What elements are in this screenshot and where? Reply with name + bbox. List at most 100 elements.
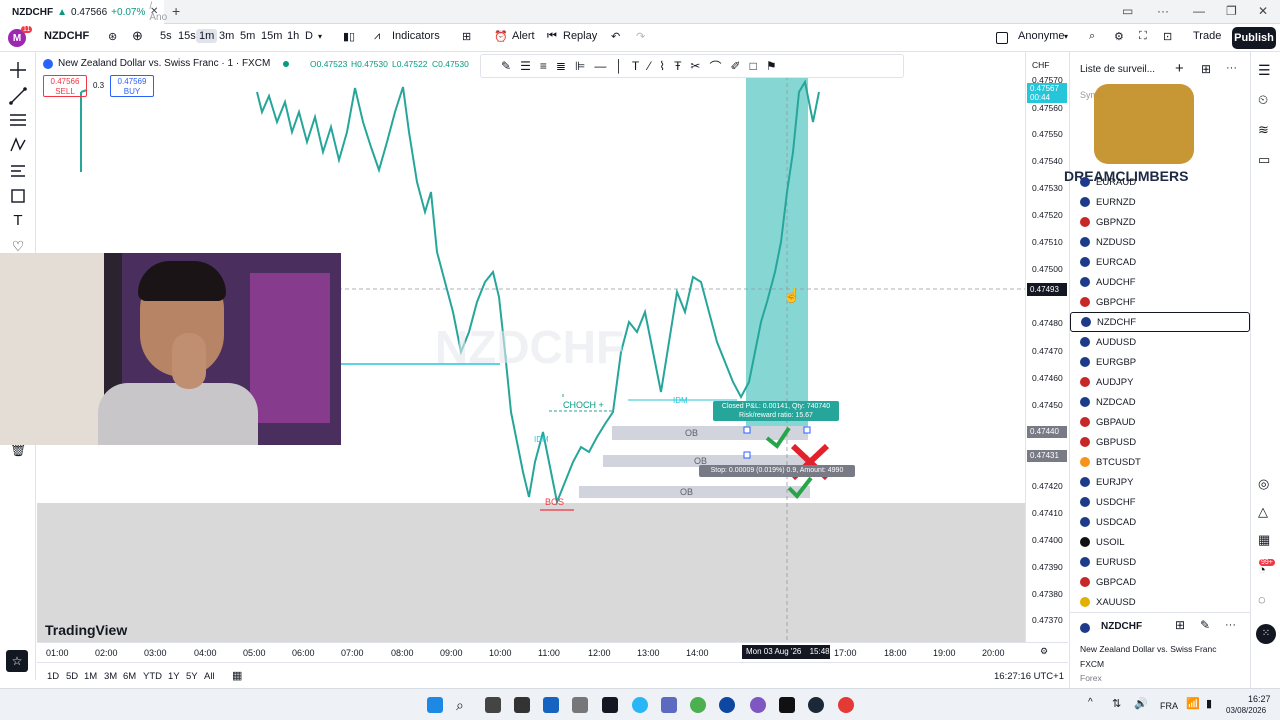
watchlist-icon[interactable]: ☰ — [1258, 62, 1274, 78]
text-tool-icon[interactable]: T — [8, 212, 28, 232]
scissors-icon[interactable]: ✂ — [690, 59, 700, 73]
redo-icon[interactable]: ↷ — [636, 30, 645, 43]
task-view-icon[interactable] — [485, 697, 501, 713]
favorites-star-icon[interactable]: ☆ — [6, 650, 28, 672]
telegram-icon[interactable] — [632, 697, 648, 713]
new-tab-button[interactable]: + — [172, 3, 180, 19]
watchlist-row-gbpcad[interactable]: GBPCAD — [1070, 572, 1250, 592]
buy-button[interactable]: 0.47569 BUY — [110, 75, 154, 97]
watchlist-row-audusd[interactable]: AUDUSD — [1070, 332, 1250, 352]
watchlist-row-usoil[interactable]: USOIL — [1070, 532, 1250, 552]
layout-dropdown-icon[interactable]: ▾ — [1064, 32, 1068, 41]
timeframe-3m[interactable]: 3m — [219, 30, 234, 42]
range-3M[interactable]: 3M — [104, 671, 117, 682]
trade-button[interactable]: Trade — [1193, 30, 1221, 42]
app-icon-blue[interactable] — [661, 697, 677, 713]
ray-icon[interactable]: ⁄ — [648, 59, 650, 73]
details-edit-icon[interactable]: ✎ — [1200, 618, 1210, 632]
calendar-icon[interactable]: ▦ — [1258, 532, 1274, 548]
details-more-icon[interactable]: ··· — [1225, 619, 1236, 631]
range-5Y[interactable]: 5Y — [186, 671, 198, 682]
browser-tab[interactable]: NZDCHF ▲ 0.47566 +0.07% / Ano — [0, 0, 167, 24]
chat-icon[interactable]: ▭ — [1258, 152, 1274, 168]
utc-clock[interactable]: 16:27:16 UTC+1 — [994, 671, 1064, 682]
watchlist-title[interactable]: Liste de surveil... — [1080, 64, 1155, 75]
messenger-icon[interactable] — [750, 697, 766, 713]
chart-title[interactable]: New Zealand Dollar vs. Swiss Franc · 1 ·… — [58, 58, 270, 69]
settings-icon[interactable]: ⚙ — [1114, 30, 1124, 43]
watchlist-row-nzdcad[interactable]: NZDCAD — [1070, 392, 1250, 412]
tradingview-app-icon[interactable] — [602, 697, 618, 713]
cast-icon[interactable]: ▭ — [1122, 4, 1133, 18]
watchlist-row-xauusd[interactable]: XAUUSD — [1070, 592, 1250, 612]
tray-language[interactable]: FRA — [1160, 701, 1178, 711]
anchored-text-icon[interactable]: Ŧ — [674, 59, 681, 73]
watchlist-row-nzdchf[interactable]: NZDCHF — [1070, 312, 1250, 332]
range-YTD[interactable]: YTD — [143, 671, 162, 682]
range-5D[interactable]: 5D — [66, 671, 78, 682]
flag-icon[interactable]: ⚑ — [766, 59, 777, 73]
details-layout-icon[interactable]: ⊞ — [1175, 618, 1185, 632]
chrome-icon[interactable] — [690, 697, 706, 713]
fib-tools-icon[interactable] — [8, 110, 28, 130]
watchlist-row-gbpnzd[interactable]: GBPNZD — [1070, 212, 1250, 232]
store-icon[interactable] — [543, 697, 559, 713]
vertical-line-icon[interactable]: │ — [615, 59, 623, 73]
timeframe-15m[interactable]: 15m — [261, 30, 282, 42]
tray-battery-icon[interactable]: ▮ — [1206, 697, 1222, 713]
obs-icon[interactable] — [838, 697, 854, 713]
watchlist-row-eurjpy[interactable]: EURJPY — [1070, 472, 1250, 492]
replay-icon[interactable]: ⏮ — [547, 30, 557, 43]
maximize-button[interactable]: ❐ — [1226, 4, 1237, 18]
watchlist-row-audjpy[interactable]: AUDJPY — [1070, 372, 1250, 392]
steam-icon[interactable] — [808, 697, 824, 713]
watchlist-row-eurgbp[interactable]: EURGBP — [1070, 352, 1250, 372]
watchlist-row-eurnzd[interactable]: EURNZD — [1070, 192, 1250, 212]
layers-icon[interactable]: ≋ — [1258, 122, 1274, 138]
watchlist-row-gbpchf[interactable]: GBPCHF — [1070, 292, 1250, 312]
undo-icon[interactable]: ↶ — [611, 30, 620, 43]
layout-checkbox[interactable] — [996, 32, 1008, 44]
edge-icon[interactable] — [719, 697, 735, 713]
alert-button[interactable]: Alert — [512, 30, 535, 42]
apps-grid-icon[interactable]: ⁙ — [1256, 624, 1276, 644]
rectangle-icon[interactable]: □ — [750, 59, 757, 73]
price-axis[interactable]: CHF 0.47567 00:44 0.47570 0.47560 0.4755… — [1025, 52, 1068, 642]
watchlist-row-btcusdt[interactable]: BTCUSDT — [1070, 452, 1250, 472]
indicators-button[interactable]: Indicators — [392, 30, 440, 42]
flat-channel-icon[interactable]: ≣ — [556, 59, 566, 73]
horizontal-ray-icon[interactable]: ☰ — [520, 59, 531, 73]
tray-network-icon[interactable]: ⇅ — [1112, 697, 1128, 713]
path-icon[interactable]: ⌇ — [659, 59, 665, 73]
tray-volume-icon[interactable]: 🔊 — [1134, 697, 1150, 713]
close-window-button[interactable]: ✕ — [1258, 4, 1268, 18]
regression-icon[interactable]: ⊫ — [575, 59, 585, 73]
layout-name-button[interactable]: Anonyme — [1018, 30, 1064, 42]
range-1M[interactable]: 1M — [84, 671, 97, 682]
fullscreen-icon[interactable]: ⛶ — [1139, 30, 1147, 43]
range-1D[interactable]: 1D — [47, 671, 59, 682]
tab-close-icon[interactable]: ✕ — [150, 6, 158, 17]
symbol-search-button[interactable]: NZDCHF — [44, 30, 89, 42]
watchlist-more-icon[interactable]: ··· — [1226, 62, 1237, 74]
timeframe-1h[interactable]: 1h — [287, 30, 299, 42]
pen-icon[interactable]: ✐ — [731, 59, 741, 73]
timeframe-15s[interactable]: 15s — [178, 30, 196, 42]
timeframe-1m[interactable]: 1m — [196, 29, 218, 43]
watchlist-row-gbpaud[interactable]: GBPAUD — [1070, 412, 1250, 432]
watchlist-row-nzdusd[interactable]: NZDUSD — [1070, 232, 1250, 252]
text-icon[interactable]: T — [632, 59, 639, 73]
range-1Y[interactable]: 1Y — [168, 671, 180, 682]
advanced-view-icon[interactable]: ⊞ — [1201, 62, 1211, 76]
indicator-templates-icon[interactable]: ⊞ — [462, 30, 471, 43]
target-icon[interactable]: ◎ — [1258, 476, 1274, 492]
add-symbol-plus-icon[interactable]: + — [1175, 60, 1184, 77]
parallel-channel-icon[interactable]: ≡ — [540, 59, 547, 73]
minimize-button[interactable]: — — [1193, 4, 1205, 18]
watchlist-row-usdcad[interactable]: USDCAD — [1070, 512, 1250, 532]
tray-wifi-icon[interactable]: 📶 — [1186, 697, 1202, 713]
details-name[interactable]: New Zealand Dollar vs. Swiss Franc — [1080, 644, 1217, 654]
watchlist-row-audchf[interactable]: AUDCHF — [1070, 272, 1250, 292]
watchlist-row-eurcad[interactable]: EURCAD — [1070, 252, 1250, 272]
capcut-icon[interactable] — [779, 697, 795, 713]
